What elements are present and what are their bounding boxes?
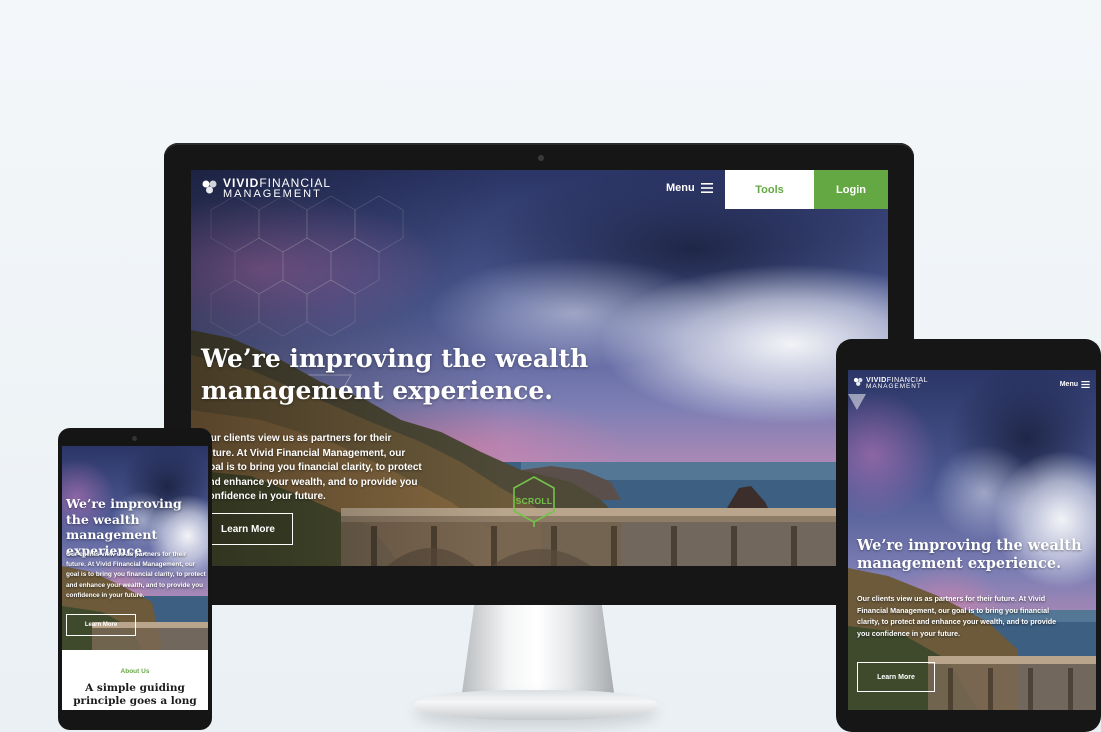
tools-button[interactable]: Tools — [725, 170, 814, 209]
phone-hero-title: We’re improving the wealth management ex… — [66, 496, 182, 558]
tablet-menu-label: Menu — [1059, 381, 1078, 388]
vivid-logo-mark-icon — [202, 180, 217, 194]
learn-more-button[interactable]: Learn More — [203, 513, 293, 545]
vivid-logo[interactable]: VIVIDFINANCIAL MANAGEMENT — [201, 176, 331, 200]
hero-title: We’re improving the wealth management ex… — [201, 344, 589, 405]
phone-screen: We’re improving the wealth management ex… — [62, 446, 208, 710]
desktop-camera-icon — [538, 155, 544, 161]
scroll-label: SCROLL — [515, 496, 553, 506]
tablet-menu-button[interactable]: Menu — [1060, 381, 1090, 388]
desktop-screen: VIVIDFINANCIAL MANAGEMENT Menu Tools Log… — [191, 170, 888, 566]
phone-about-heading: A simple guiding principle goes a long — [73, 682, 197, 707]
scroll-indicator[interactable]: SCROLL — [511, 475, 557, 527]
phone-camera-icon — [132, 436, 137, 441]
desktop-monitor-stand — [462, 605, 614, 693]
tablet-screen: VIVIDFINANCIAL MANAGEMENT Menu We’re imp… — [848, 370, 1096, 710]
login-button[interactable]: Login — [814, 170, 888, 209]
tablet-vivid-logo[interactable]: VIVIDFINANCIAL MANAGEMENT — [853, 375, 928, 390]
phone-hero: We’re improving the wealth management ex… — [62, 446, 208, 650]
phone-about-label: About Us — [120, 668, 150, 675]
brand-tagline: MANAGEMENT — [223, 188, 322, 200]
phone-hero-body: Our clients view us as partners for thei… — [66, 551, 206, 599]
mockup-background: VIVIDFINANCIAL MANAGEMENT Menu Tools Log… — [0, 0, 1101, 732]
tablet-hero-body: Our clients view us as partners for thei… — [857, 594, 1057, 638]
phone-about-section: About Us A simple guiding principle goes… — [62, 650, 208, 710]
tablet-hero-title: We’re improving the wealth management ex… — [857, 537, 1082, 572]
phone-learn-more-button[interactable]: Learn More — [66, 614, 136, 636]
desktop-monitor-base — [414, 690, 658, 720]
menu-button[interactable]: Menu — [666, 182, 713, 194]
desktop-monitor-chin — [164, 566, 914, 605]
hamburger-icon — [700, 183, 713, 193]
tablet-logo-mark-icon — [853, 377, 863, 386]
tablet-hamburger-icon — [1081, 381, 1090, 388]
menu-label: Menu — [666, 182, 695, 194]
hero-body: Our clients view us as partners for thei… — [203, 433, 422, 502]
tablet-brand-tagline: MANAGEMENT — [866, 383, 922, 390]
tablet-learn-more-button[interactable]: Learn More — [857, 662, 935, 692]
